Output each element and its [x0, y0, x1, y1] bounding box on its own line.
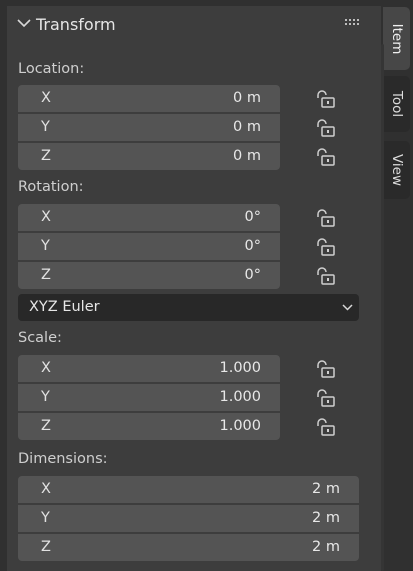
drag-handle-icon[interactable] — [345, 19, 361, 26]
field-value: 0° — [244, 209, 261, 225]
unlock-icon[interactable] — [315, 90, 337, 108]
location-z-field[interactable]: Z 0 m — [18, 143, 280, 170]
scale-y-field[interactable]: Y 1.000 — [18, 384, 280, 411]
unlock-icon[interactable] — [315, 389, 337, 407]
scale-x-field[interactable]: X 1.000 — [18, 355, 280, 382]
axis-label: Y — [41, 119, 50, 135]
dimensions-z-field[interactable]: Z 2 m — [18, 534, 359, 561]
tab-view-label: View — [388, 153, 405, 187]
axis-label: Z — [41, 418, 51, 434]
tab-tool[interactable]: Tool — [383, 76, 410, 132]
rotation-y-field[interactable]: Y 0° — [18, 233, 280, 260]
scrollbar[interactable] — [381, 44, 384, 571]
chevron-down-icon — [342, 304, 353, 311]
unlock-icon[interactable] — [315, 238, 337, 256]
tab-item[interactable]: Item — [383, 7, 410, 70]
axis-label: X — [41, 90, 51, 106]
field-value: 2 m — [312, 539, 340, 555]
tab-tool-label: Tool — [388, 90, 405, 118]
axis-label: X — [41, 360, 51, 376]
unlock-icon[interactable] — [315, 119, 337, 137]
field-value: 0° — [244, 267, 261, 283]
unlock-icon[interactable] — [315, 267, 337, 285]
scale-label: Scale: — [18, 330, 62, 346]
field-value: 1.000 — [219, 360, 261, 376]
axis-label: Y — [41, 510, 50, 526]
rotation-z-field[interactable]: Z 0° — [18, 262, 280, 289]
location-y-field[interactable]: Y 0 m — [18, 114, 280, 141]
field-value: 0 m — [233, 90, 261, 106]
location-x-field[interactable]: X 0 m — [18, 85, 280, 112]
field-value: 0° — [244, 238, 261, 254]
dimensions-x-field[interactable]: X 2 m — [18, 476, 359, 503]
unlock-icon[interactable] — [315, 209, 337, 227]
panel-header[interactable]: Transform — [7, 6, 381, 42]
field-value: 2 m — [312, 481, 340, 497]
axis-label: Z — [41, 539, 51, 555]
location-label: Location: — [18, 61, 85, 77]
scale-z-field[interactable]: Z 1.000 — [18, 413, 280, 440]
field-value: 1.000 — [219, 389, 261, 405]
dimensions-y-field[interactable]: Y 2 m — [18, 505, 359, 532]
tab-view[interactable]: View — [383, 141, 410, 199]
tab-item-label: Item — [388, 23, 405, 54]
unlock-icon[interactable] — [315, 418, 337, 436]
field-value: 0 m — [233, 119, 261, 135]
axis-label: Y — [41, 238, 50, 254]
rotation-mode-select[interactable]: XYZ Euler — [18, 294, 359, 321]
axis-label: Z — [41, 267, 51, 283]
unlock-icon[interactable] — [315, 148, 337, 166]
field-value: 1.000 — [219, 418, 261, 434]
transform-panel: Transform Location: X 0 m Y 0 m Z 0 m Ro… — [7, 6, 384, 571]
rotation-mode-value: XYZ Euler — [29, 299, 100, 315]
unlock-icon[interactable] — [315, 360, 337, 378]
chevron-down-icon — [17, 19, 31, 28]
axis-label: Z — [41, 148, 51, 164]
axis-label: X — [41, 481, 51, 497]
rotation-label: Rotation: — [18, 179, 84, 195]
axis-label: Y — [41, 389, 50, 405]
field-value: 0 m — [233, 148, 261, 164]
field-value: 2 m — [312, 510, 340, 526]
dimensions-label: Dimensions: — [18, 451, 108, 467]
panel-title: Transform — [36, 15, 116, 34]
axis-label: X — [41, 209, 51, 225]
rotation-x-field[interactable]: X 0° — [18, 204, 280, 231]
